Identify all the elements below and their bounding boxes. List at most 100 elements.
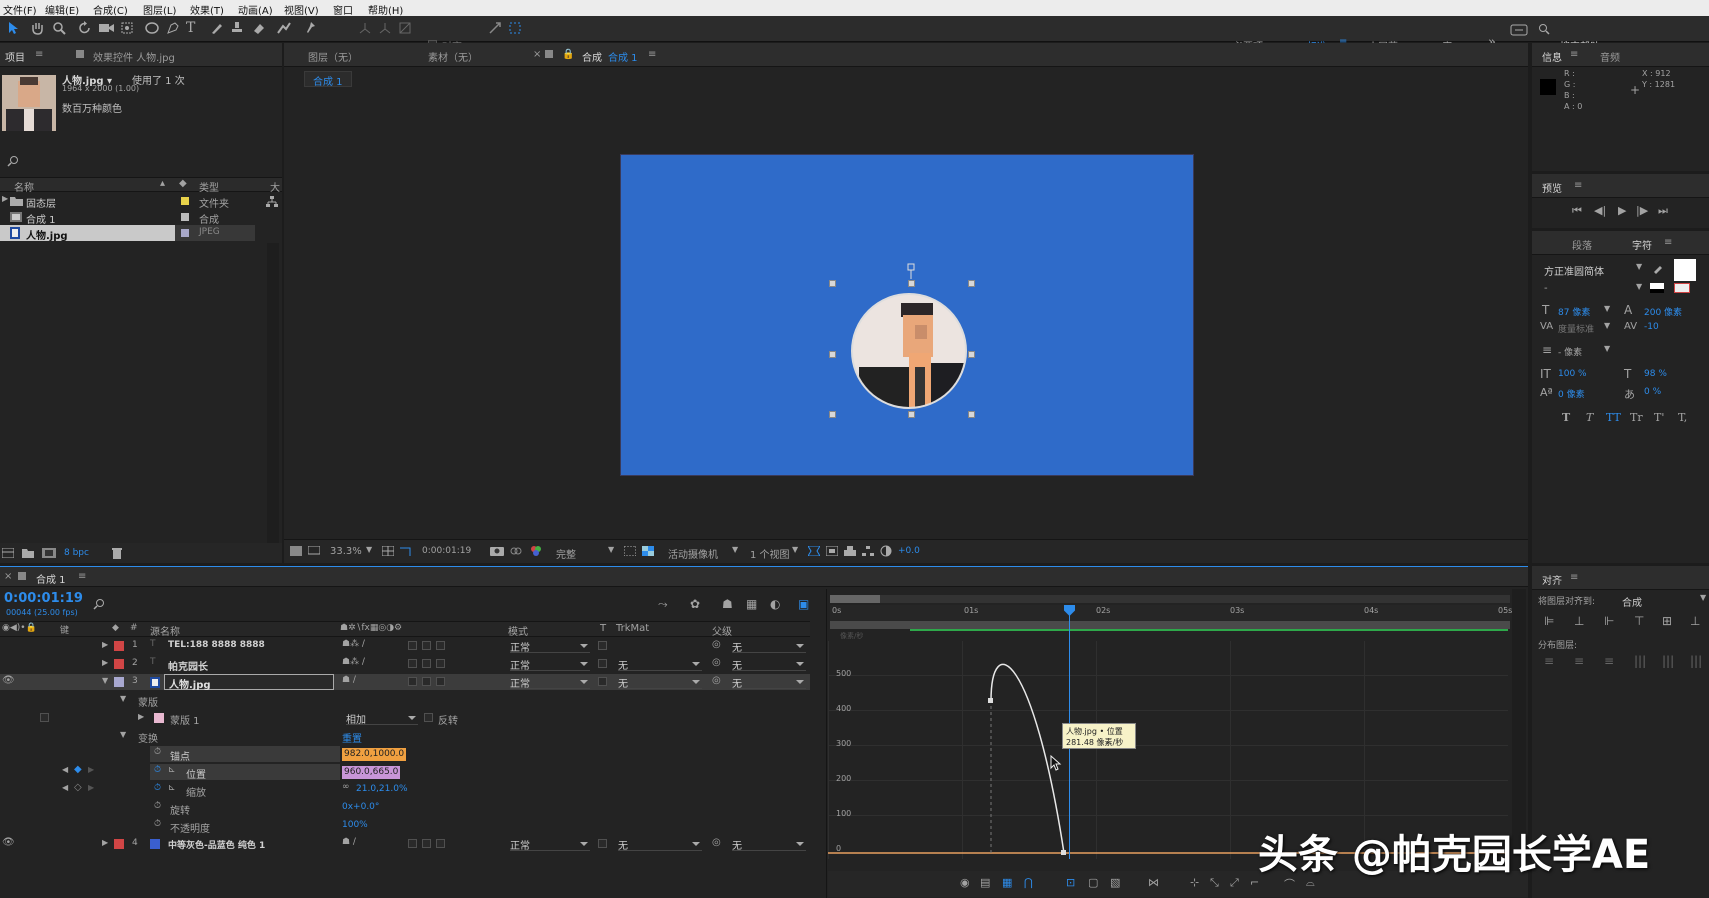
collapse-arrow-icon[interactable]: ▼ [102,676,108,685]
tab-timeline-comp[interactable]: 合成 1 [36,571,66,586]
ellipse-tool-icon[interactable] [144,21,160,35]
layer-parent-dropdown[interactable]: 无 [732,639,806,654]
preserve-transparency-box[interactable] [598,839,607,848]
work-area-bar[interactable] [830,595,1510,603]
align-to-dropdown-icon[interactable]: ▼ [1700,593,1706,602]
comp-breadcrumb[interactable]: 合成 1 [304,71,352,88]
tab-composition[interactable]: 合成 [582,49,602,64]
label-tag-icon[interactable]: ◆ [179,178,187,189]
mask-invert-checkbox[interactable] [424,713,433,722]
layer-switch-box[interactable] [422,641,431,650]
property-row-opacity[interactable]: ⏱ 不透明度 100% [0,818,810,835]
project-scrollbar[interactable] [267,243,279,543]
interpret-footage-icon[interactable] [2,548,14,558]
preserve-transparency-box[interactable] [598,677,607,686]
tab-layer[interactable]: 图层（无） [308,49,358,64]
stopwatch-icon[interactable]: ⏱ [154,765,161,775]
preserve-transparency-box[interactable] [598,659,607,668]
exposure-value[interactable]: +0.0 [898,546,920,556]
menu-layer[interactable]: 图层(L) [143,2,176,17]
label-column-icon[interactable]: ◆ [112,623,119,633]
show-properties-icon[interactable]: ◉ [960,876,970,889]
expand-arrow-icon[interactable]: ▶ [102,658,108,667]
align-panel-menu-icon[interactable]: ≡ [1570,572,1578,583]
mask-mode-dropdown[interactable]: 相加 [346,711,418,726]
property-row-position[interactable]: ◀ ◆ ▶ ⏱ ⊾ 位置 960.0,665.0 [0,764,810,781]
menu-composition[interactable]: 合成(C) [93,2,128,17]
layer-parent-dropdown[interactable]: 无 [732,657,806,672]
view-axis-icon[interactable] [398,21,412,35]
brush-tool-icon[interactable] [210,21,224,35]
layer-parent-dropdown[interactable]: 无 [732,675,806,690]
transform-handle-br[interactable] [968,411,975,418]
column-type[interactable]: 类型 [199,179,219,194]
first-frame-icon[interactable]: ⏮ [1572,204,1582,218]
zoom-tool-icon[interactable] [52,21,66,35]
layer-trkmat-dropdown[interactable]: 无 [618,675,702,690]
transform-handle-tc[interactable] [908,280,915,287]
font-size-value[interactable]: 87 像素 [1558,305,1590,318]
view-layout-dropdown-icon[interactable]: ▼ [792,545,798,554]
flowchart-view-icon[interactable] [862,546,874,556]
keyframe-diamond-icon[interactable]: ◇ [74,782,82,793]
roto-brush-tool-icon[interactable] [276,21,292,35]
stroke-width-dropdown-icon[interactable]: ▼ [1604,344,1610,353]
local-axis-icon[interactable] [358,21,372,35]
stroke-width-value[interactable]: - 像素 [1558,345,1582,358]
layer-switch-box[interactable] [422,659,431,668]
fit-icon[interactable] [382,546,394,556]
rotate-tool-icon[interactable] [78,21,92,35]
distribute-vcenter-icon[interactable]: ≡ [1574,654,1584,668]
masked-person-image[interactable] [851,293,967,409]
sort-arrow-icon[interactable]: ▴ [160,178,165,189]
subscript-icon[interactable]: T, [1678,411,1687,424]
font-style-dropdown-icon[interactable]: ▼ [1636,282,1642,291]
layer-switch-box[interactable] [408,677,417,686]
show-snapshot-icon[interactable] [510,545,522,557]
menu-window[interactable]: 窗口 [333,2,353,17]
layer-switches[interactable]: ☗ ∕ [342,675,356,685]
transform-group-row[interactable]: ▼ 变换 重置 [0,728,810,745]
layer-name[interactable]: TEL:188 8888 8888 [168,640,265,650]
align-hcenter-icon[interactable]: ⊥ [1574,614,1584,628]
parent-pickwhip-icon[interactable]: ◎ [712,675,721,686]
prev-keyframe-icon[interactable]: ◀ [62,765,68,774]
trash-icon[interactable] [112,547,122,559]
project-row-comp[interactable]: 合成 1 合成 [0,209,282,226]
tab-paragraph[interactable]: 段落 [1572,237,1592,252]
font-size-dropdown-icon[interactable]: ▼ [1604,304,1610,313]
clone-stamp-tool-icon[interactable] [230,21,244,35]
puppet-pin-tool-icon[interactable] [304,21,318,35]
timeline-layer-row[interactable]: ▶ 1 T TEL:188 8888 8888 ☗⁂ ∕ 正常 ◎ 无 [0,638,810,654]
menu-file[interactable]: 文件(F) [3,2,37,17]
transform-handle-tl[interactable] [829,280,836,287]
fast-previews-icon[interactable] [826,546,838,556]
zoom-level[interactable]: 33.3% [330,546,362,557]
tab-project[interactable]: 项目 [5,49,25,64]
flowchart-icon[interactable] [266,196,278,207]
distribute-left-icon[interactable]: ||| [1634,654,1646,668]
layer-switch-box[interactable] [408,641,417,650]
shy-layers-icon[interactable]: ☗ [722,597,733,611]
comp-mini-flowchart-icon[interactable]: ⤳ [658,597,668,612]
all-caps-icon[interactable]: TT [1606,411,1621,424]
color-channels-icon[interactable] [530,545,542,557]
mask-lock-box[interactable] [40,713,49,722]
collapse-arrow-icon[interactable]: ▼ [120,730,126,739]
align-top-icon[interactable]: ⊤ [1634,614,1644,628]
fit-selection-icon[interactable]: ⊡ [1066,876,1075,889]
project-panel-menu-icon[interactable]: ≡ [35,49,43,60]
rotation-value[interactable]: 0x+0.0° [342,802,379,812]
camera-dropdown-icon[interactable]: ▼ [732,545,738,554]
lock-icon[interactable]: 🔒 [562,49,574,60]
timeline-layer-row-selected[interactable]: 👁 ▼ 3 人物.jpg ☗ ∕ 正常 无 ◎ 无 [0,674,810,691]
timeline-panel-menu-icon[interactable]: ≡ [78,571,86,582]
tab-character[interactable]: 字符 [1632,237,1652,252]
resolution-dropdown-icon[interactable]: ▼ [608,545,614,554]
active-camera-value[interactable]: 活动摄像机 [668,546,718,561]
always-preview-icon[interactable] [290,546,302,556]
layer-switches[interactable]: ☗⁂ ∕ [342,657,365,667]
previous-frame-icon[interactable]: ◀| [1594,204,1606,217]
auto-bezier-icon[interactable]: ⤢ [1230,876,1239,890]
t-column[interactable]: T [600,623,606,634]
